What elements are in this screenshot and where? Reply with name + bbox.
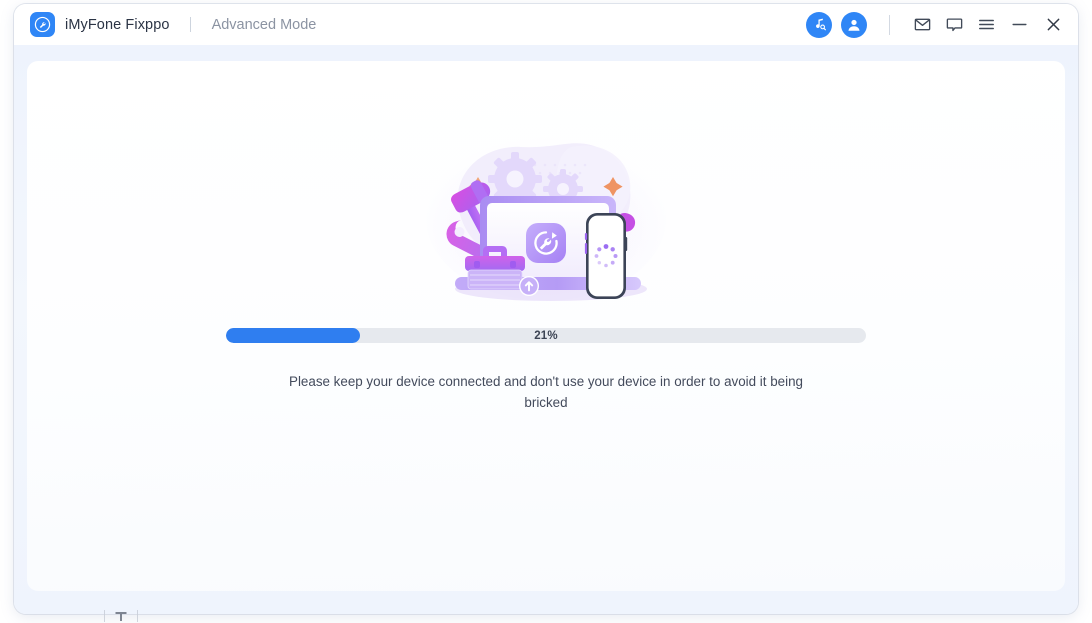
title-separator (190, 17, 191, 32)
user-account-icon[interactable] (841, 12, 867, 38)
app-title: iMyFone Fixppo (65, 17, 170, 33)
progress-percent-label: 21% (226, 328, 866, 343)
background-artifact (104, 610, 138, 622)
brand-group: iMyFone Fixppo Advanced Mode (30, 12, 316, 37)
chat-bubble-icon[interactable] (939, 11, 969, 39)
progress-bar: 21% (226, 328, 866, 343)
title-bar: iMyFone Fixppo Advanced Mode (14, 4, 1078, 45)
hint-text: Please keep your device connected and do… (266, 371, 826, 413)
application-window: iMyFone Fixppo Advanced Mode (14, 4, 1078, 614)
hamburger-menu-icon[interactable] (971, 11, 1001, 39)
titlebar-divider (889, 15, 890, 35)
titlebar-controls (797, 11, 1069, 39)
content-card: 21% Please keep your device connected an… (27, 61, 1065, 591)
mail-icon[interactable] (907, 11, 937, 39)
music-search-icon[interactable] (806, 12, 832, 38)
progress-stage: 21% Please keep your device connected an… (27, 119, 1065, 413)
device-repair-illustration (383, 119, 709, 319)
window-body: 21% Please keep your device connected an… (14, 45, 1078, 614)
mode-label: Advanced Mode (212, 17, 317, 33)
app-logo (30, 12, 55, 37)
close-icon[interactable] (1037, 11, 1069, 39)
minimize-icon[interactable] (1003, 11, 1035, 39)
